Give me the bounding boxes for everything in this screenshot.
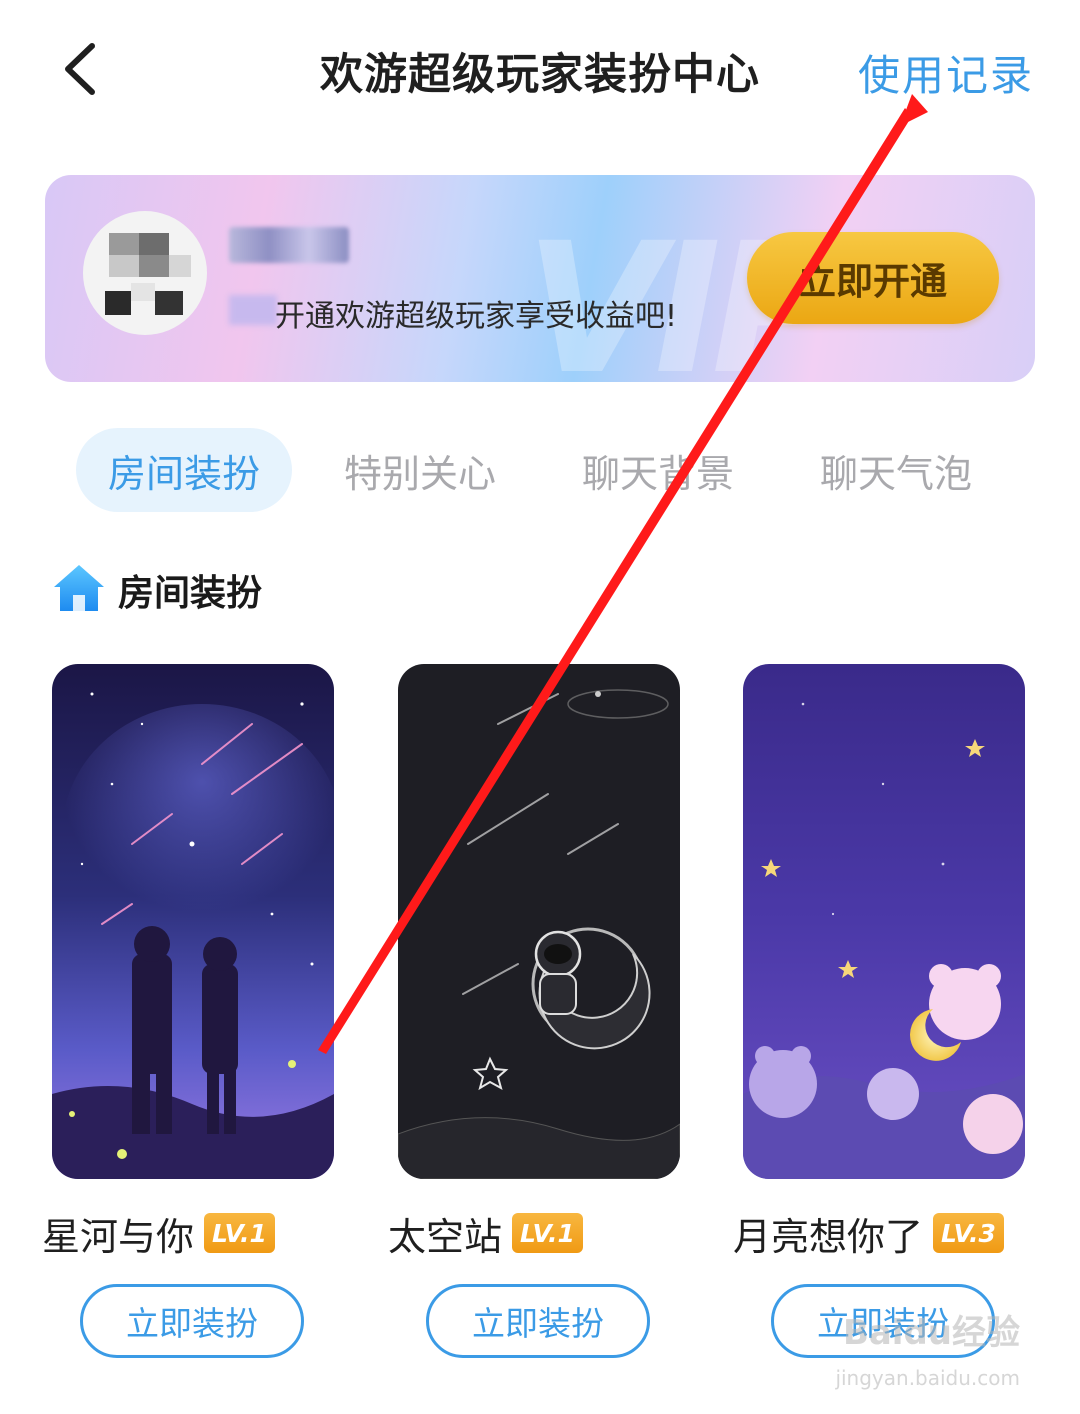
decoration-name: 星河与你 <box>42 1214 195 1259</box>
back-arrow-icon[interactable] <box>48 38 118 100</box>
equip-button[interactable]: 立即装扮 <box>426 1284 650 1358</box>
decoration-name: 太空站 <box>388 1214 503 1259</box>
avatar[interactable] <box>83 211 207 335</box>
baidu-watermark: Baidu经验 <box>842 1313 1020 1353</box>
section-title: 房间装扮 <box>118 573 263 614</box>
decoration-thumbnail[interactable] <box>52 664 334 1179</box>
page-title: 欢游超级玩家装扮中心 <box>320 50 760 100</box>
tab-special-care[interactable]: 特别关心 <box>312 428 528 512</box>
tab-chat-bubble[interactable]: 聊天气泡 <box>788 428 1004 512</box>
vip-promo-card: VIP 开通欢游超级玩家享受收益吧! 立即开通 <box>45 175 1035 382</box>
tab-room-decoration[interactable]: 房间装扮 <box>76 428 292 512</box>
decoration-thumbnail[interactable] <box>398 664 680 1179</box>
username-redacted <box>229 227 349 263</box>
level-badge: LV.1 <box>512 1213 583 1253</box>
equip-button[interactable]: 立即装扮 <box>80 1284 304 1358</box>
open-membership-button[interactable]: 立即开通 <box>747 232 999 324</box>
watermark-url: jingyan.baidu.com <box>835 1366 1020 1390</box>
section-header: 房间装扮 <box>52 562 262 618</box>
header: 欢游超级玩家装扮中心 使用记录 <box>0 0 1080 140</box>
redacted-text <box>229 295 277 325</box>
category-tabs: 房间装扮 特别关心 聊天背景 聊天气泡 <box>0 428 1080 512</box>
decoration-name-row: 星河与你 LV.1 <box>42 1208 275 1259</box>
decoration-name-row: 月亮想你了 LV.3 <box>733 1208 1004 1259</box>
tab-chat-background[interactable]: 聊天背景 <box>550 428 766 512</box>
decoration-name: 月亮想你了 <box>733 1214 924 1259</box>
house-icon <box>52 563 106 617</box>
level-badge: LV.3 <box>933 1213 1004 1253</box>
promo-text: 开通欢游超级玩家享受收益吧! <box>275 299 678 334</box>
decoration-thumbnail[interactable] <box>743 664 1025 1179</box>
usage-history-link[interactable]: 使用记录 <box>858 42 1034 103</box>
level-badge: LV.1 <box>204 1213 275 1253</box>
decoration-name-row: 太空站 LV.1 <box>388 1208 583 1259</box>
